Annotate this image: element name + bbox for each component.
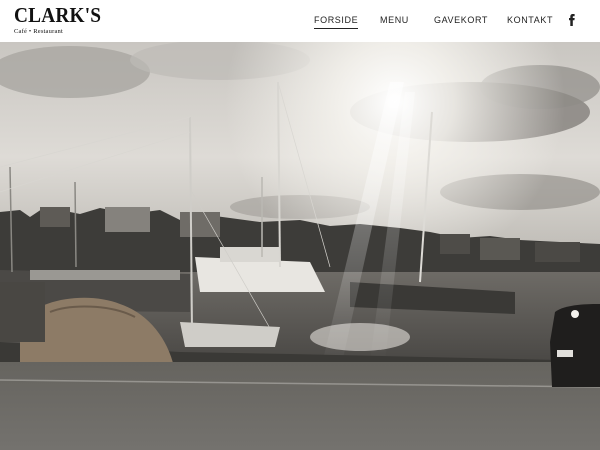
hero-image (0, 42, 600, 450)
nav-item-kontakt[interactable]: KONTAKT (507, 15, 553, 25)
nav-item-gavekort[interactable]: GAVEKORT (434, 15, 488, 25)
logo[interactable]: CLARK'S Café • Restaurant (14, 3, 102, 39)
facebook-icon[interactable] (566, 13, 578, 27)
logo-tagline: Café • Restaurant (14, 28, 63, 35)
logo-wordmark: CLARK'S (14, 3, 102, 27)
nav-item-menu[interactable]: MENU (380, 15, 409, 25)
nav-item-forside[interactable]: FORSIDE (314, 15, 359, 29)
site-header: CLARK'S Café • Restaurant FORSIDE MENU G… (0, 0, 600, 42)
